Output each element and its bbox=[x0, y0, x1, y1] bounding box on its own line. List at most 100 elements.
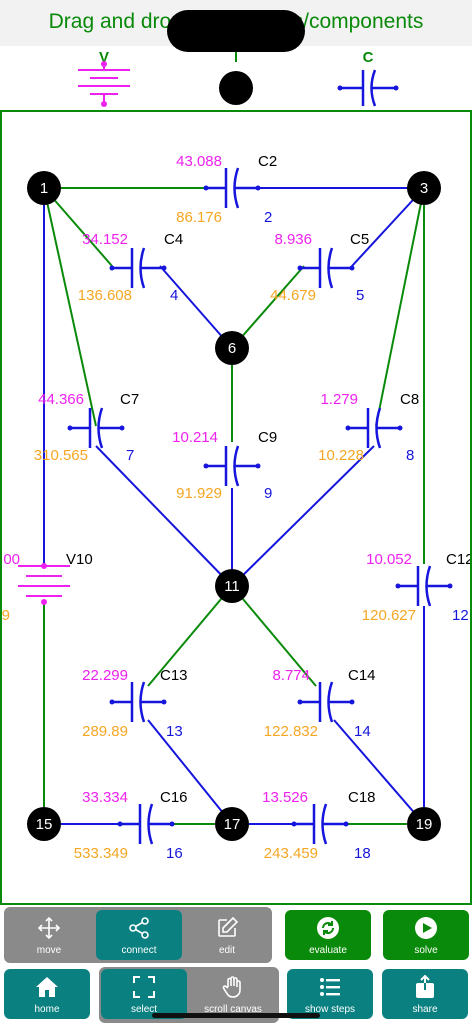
home-button[interactable]: home bbox=[4, 969, 90, 1019]
scroll-canvas-button[interactable]: scroll canvas bbox=[190, 969, 276, 1019]
c7-name-label: C7 bbox=[120, 391, 139, 408]
c7-index-label: 7 bbox=[126, 447, 134, 464]
v10-bottom-value: 3.349 bbox=[2, 607, 10, 624]
connect-label: connect bbox=[121, 945, 157, 956]
evaluate-label: evaluate bbox=[309, 945, 347, 956]
move-arrows-icon bbox=[37, 916, 61, 940]
c8-bottom-value: 10.228 bbox=[318, 447, 364, 464]
c18-name-label: C18 bbox=[348, 789, 376, 806]
c2-name-label: C2 bbox=[258, 153, 277, 170]
node-6-label: 6 bbox=[228, 340, 236, 357]
palette-voltage-source[interactable]: V bbox=[78, 49, 130, 107]
c8-name-label: C8 bbox=[400, 391, 419, 408]
c7-top-value: 44.366 bbox=[38, 391, 84, 408]
c14-index-label: 14 bbox=[354, 723, 371, 740]
evaluate-button[interactable]: evaluate bbox=[285, 910, 371, 960]
home-indicator bbox=[152, 1013, 320, 1018]
palette-node[interactable] bbox=[219, 52, 253, 105]
capacitor-icon bbox=[340, 69, 396, 107]
wire-18[interactable] bbox=[147, 719, 233, 825]
node-15-label: 15 bbox=[36, 816, 53, 833]
node-17-label: 17 bbox=[224, 816, 241, 833]
edit-pencil-icon bbox=[218, 916, 239, 937]
c8-index-label: 8 bbox=[406, 447, 414, 464]
capacitor-c5[interactable] bbox=[297, 247, 355, 289]
capacitor-c7[interactable] bbox=[67, 407, 125, 449]
voltage-source-v10[interactable] bbox=[18, 563, 70, 605]
connect-button[interactable]: connect bbox=[96, 910, 182, 960]
capacitor-c14[interactable] bbox=[297, 681, 355, 723]
c4-name-label: C4 bbox=[164, 231, 183, 248]
node-6[interactable]: 6 bbox=[215, 331, 249, 365]
capacitor-c16[interactable] bbox=[117, 803, 175, 845]
c16-top-value: 33.334 bbox=[82, 789, 128, 806]
node-19-label: 19 bbox=[416, 816, 433, 833]
show-steps-button[interactable]: show steps bbox=[287, 969, 373, 1019]
share-upload-icon bbox=[416, 975, 434, 998]
c4-top-value: 34.152 bbox=[82, 231, 128, 248]
node-11-label: 11 bbox=[224, 578, 240, 595]
c4-index-label: 4 bbox=[170, 287, 178, 304]
c8-top-value: 1.279 bbox=[320, 391, 358, 408]
node-3[interactable]: 3 bbox=[407, 171, 441, 205]
capacitor-c12[interactable] bbox=[395, 565, 453, 607]
c2-index-label: 2 bbox=[264, 209, 272, 226]
c5-top-value: 8.936 bbox=[274, 231, 312, 248]
c13-bottom-value: 289.89 bbox=[82, 723, 128, 740]
c12-index-label: 12 bbox=[452, 607, 469, 624]
c5-bottom-value: 44.679 bbox=[270, 287, 316, 304]
c13-index-label: 13 bbox=[166, 723, 183, 740]
capacitor-c13[interactable] bbox=[109, 681, 167, 723]
node-19[interactable]: 19 bbox=[407, 807, 441, 841]
c9-index-label: 9 bbox=[264, 485, 272, 502]
c14-name-label: C14 bbox=[348, 667, 376, 684]
node-1[interactable]: 1 bbox=[27, 171, 61, 205]
node-15[interactable]: 15 bbox=[27, 807, 61, 841]
c13-name-label: C13 bbox=[160, 667, 188, 684]
c7-bottom-value: 310.565 bbox=[34, 447, 88, 464]
solve-button[interactable]: solve bbox=[383, 910, 469, 960]
c18-top-value: 13.526 bbox=[262, 789, 308, 806]
move-button[interactable]: move bbox=[6, 910, 92, 960]
bottom-toolbar: move connect edit evaluate solve home se… bbox=[0, 905, 472, 1024]
c2-top-value: 43.088 bbox=[176, 153, 222, 170]
move-label: move bbox=[36, 945, 62, 956]
c13-top-value: 22.299 bbox=[82, 667, 128, 684]
c9-bottom-value: 91.929 bbox=[176, 485, 222, 502]
circuit-canvas[interactable]: C2 43.088 86.176 2 C4 34.152 136.608 4 C5 8.936 44… bbox=[0, 110, 472, 905]
play-circle-icon bbox=[415, 917, 437, 939]
c12-top-value: 10.052 bbox=[366, 551, 412, 568]
edit-button[interactable]: edit bbox=[184, 910, 270, 960]
c5-index-label: 5 bbox=[356, 287, 364, 304]
wire-20[interactable] bbox=[333, 719, 425, 825]
capacitor-c18[interactable] bbox=[291, 803, 349, 845]
share-button[interactable]: share bbox=[382, 969, 468, 1019]
solve-label: solve bbox=[414, 945, 438, 956]
c16-bottom-value: 533.349 bbox=[74, 845, 128, 862]
palette-capacitor[interactable]: C bbox=[337, 49, 399, 107]
component-palette: V C bbox=[0, 46, 472, 110]
c2-bottom-value: 86.176 bbox=[176, 209, 222, 226]
refresh-circle-icon bbox=[317, 917, 339, 939]
battery-icon bbox=[78, 64, 130, 104]
v10-top-value: 00 bbox=[3, 551, 20, 568]
palette-capacitor-label: C bbox=[363, 49, 374, 66]
c16-index-label: 16 bbox=[166, 845, 183, 862]
node-dot-icon bbox=[219, 71, 253, 105]
capacitor-c8[interactable] bbox=[345, 407, 403, 449]
node-17[interactable]: 17 bbox=[215, 807, 249, 841]
v10-name-label: V10 bbox=[66, 551, 93, 568]
edit-label: edit bbox=[218, 945, 236, 956]
select-button[interactable]: select bbox=[101, 969, 187, 1019]
select-frame-icon bbox=[133, 976, 155, 998]
c18-bottom-value: 243.459 bbox=[264, 845, 318, 862]
share-label: share bbox=[412, 1004, 438, 1015]
capacitor-c4[interactable] bbox=[109, 247, 167, 289]
capacitor-c9[interactable] bbox=[203, 445, 261, 487]
capacitor-c2[interactable] bbox=[203, 167, 261, 209]
node-11[interactable]: 11 bbox=[215, 569, 249, 603]
c12-bottom-value: 120.627 bbox=[362, 607, 416, 624]
c12-name-label: C12 bbox=[446, 551, 470, 568]
c9-top-value: 10.214 bbox=[172, 429, 218, 446]
share-nodes-icon bbox=[129, 917, 149, 939]
